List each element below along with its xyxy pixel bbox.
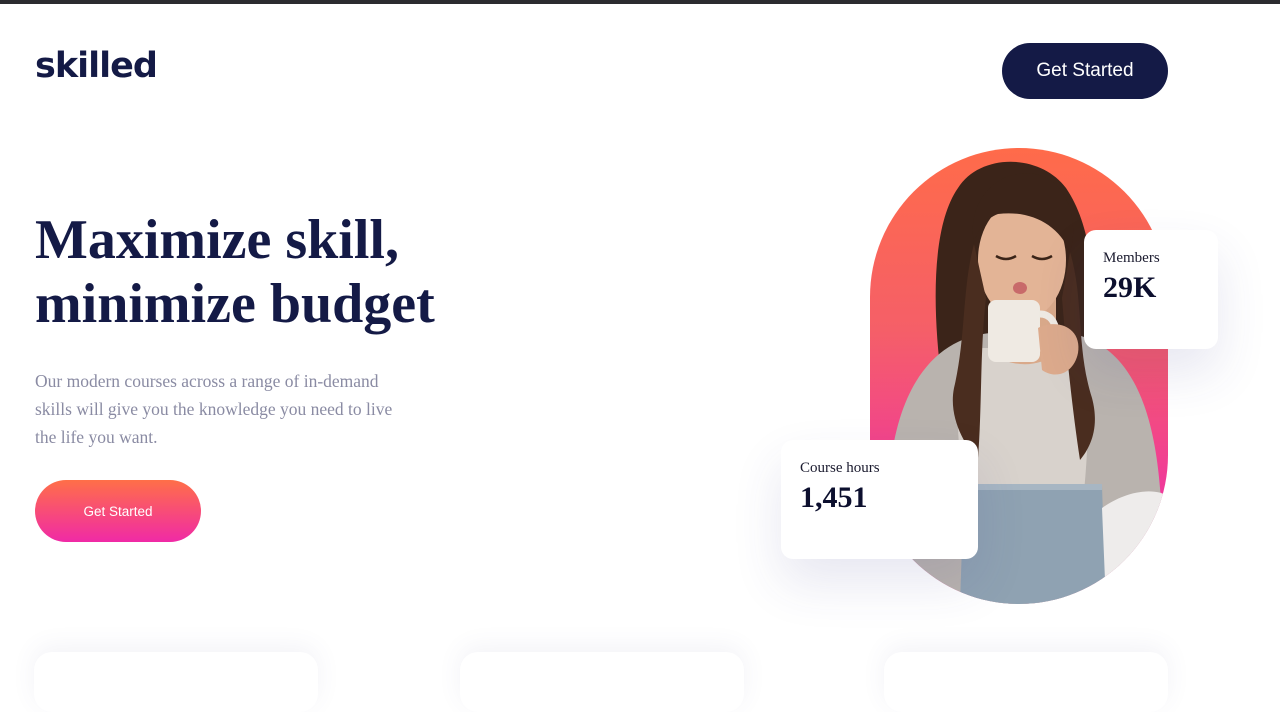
header-get-started-button[interactable]: Get Started: [1002, 43, 1168, 99]
hero-description: Our modern courses across a range of in-…: [35, 371, 393, 447]
course-hours-value: 1,451: [800, 481, 868, 514]
hero-title-line-1: Maximize skill,: [35, 209, 399, 271]
feature-card-3: [884, 652, 1168, 712]
hero-title: Maximize skill, minimize budget: [35, 208, 555, 336]
feature-card-2: [460, 652, 744, 712]
course-hours-stat-card: Course hours 1,451: [781, 440, 978, 559]
feature-card-1: [34, 652, 318, 712]
browser-top-edge: [0, 0, 1280, 4]
brand-logo[interactable]: skilled: [35, 46, 158, 86]
members-stat-card: Members 29K: [1084, 230, 1218, 349]
members-value: 29K: [1103, 271, 1157, 304]
members-label: Members: [1103, 250, 1160, 266]
hero-title-line-2: minimize budget: [35, 273, 435, 335]
hero-get-started-button[interactable]: Get Started: [35, 480, 201, 542]
course-hours-label: Course hours: [800, 460, 880, 476]
